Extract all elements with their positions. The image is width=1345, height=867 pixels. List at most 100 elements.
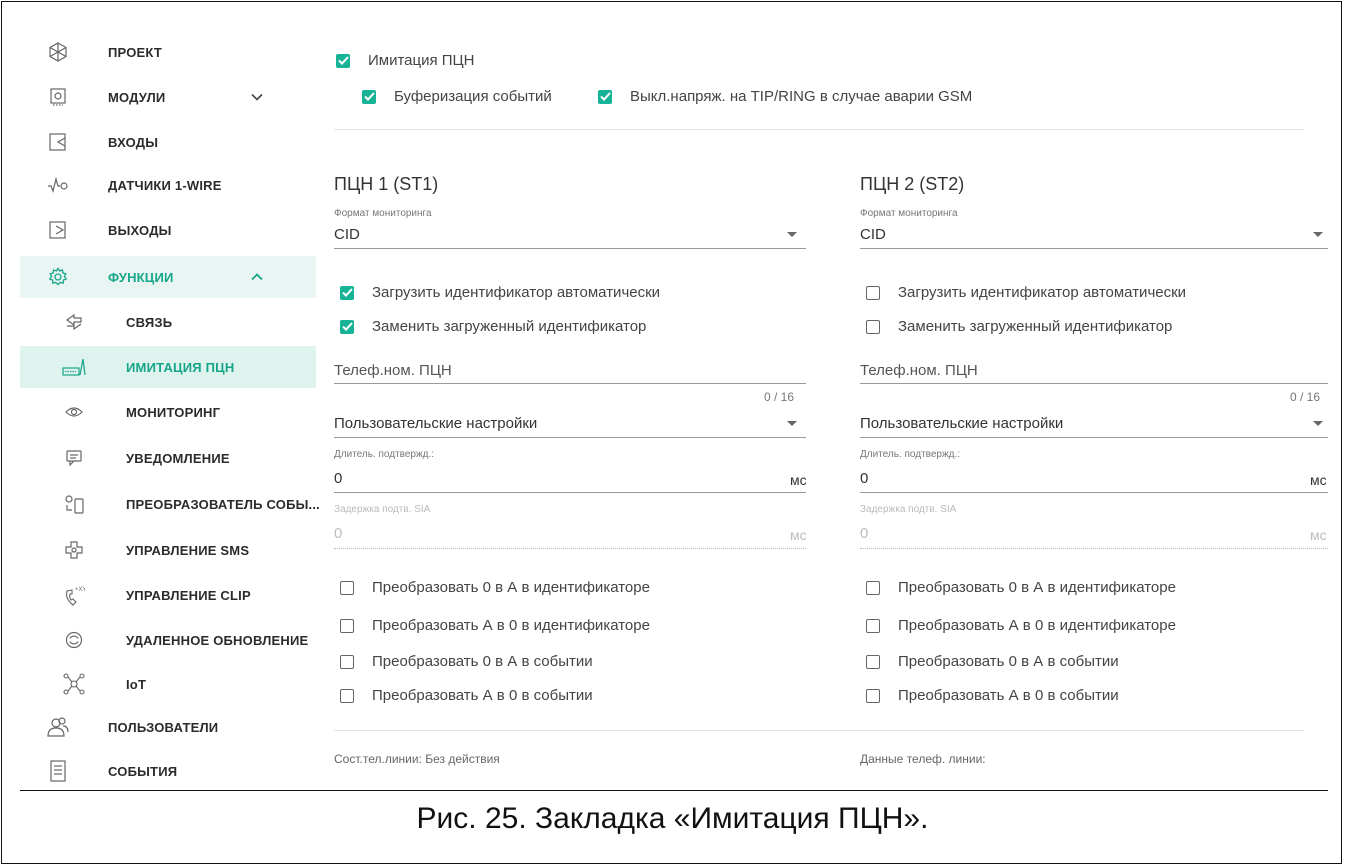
sidebar-item-1wire-sensors[interactable]: ДАТЧИКИ 1-WIRE [20, 166, 316, 204]
sidebar-item-iot[interactable]: IoT [20, 664, 316, 704]
sidebar-item-label: ПОЛЬЗОВАТЕЛИ [108, 719, 219, 735]
station1-convert-a0-id-checkbox[interactable]: Преобразовать А в 0 в идентификаторе [340, 617, 650, 634]
chip-icon [46, 85, 70, 109]
sidebar-item-users[interactable]: ПОЛЬЗОВАТЕЛИ [20, 708, 316, 746]
sidebar-item-label: ВЫХОДЫ [108, 222, 172, 238]
station1-convert-a0-event-checkbox[interactable]: Преобразовать А в 0 в событии [340, 687, 593, 704]
station2-replace-id-checkbox[interactable]: Заменить загруженный идентификатор [866, 318, 1172, 335]
sidebar-item-label: ВХОДЫ [108, 134, 159, 150]
station2-ack-value: 0 [860, 470, 869, 487]
sidebar-item-sms-control[interactable]: УПРАВЛЕНИЕ SMS [20, 530, 316, 570]
station1-format-value: CID [334, 226, 360, 243]
checkbox-unchecked-icon [866, 285, 880, 300]
iot-icon [62, 672, 86, 696]
emulation-checkbox[interactable]: Имитация ПЦН [336, 52, 475, 69]
checkbox-unchecked-icon [340, 580, 354, 595]
station2-title: ПЦН 2 (ST2) [860, 174, 965, 194]
station2-format-value: CID [860, 226, 886, 243]
sidebar-item-label: УПРАВЛЕНИЕ SMS [126, 542, 250, 558]
screenshot-bottom-edge [20, 790, 1328, 791]
snowflake-icon [46, 40, 70, 64]
checkbox-unchecked-icon [866, 688, 880, 703]
sidebar-item-inputs[interactable]: ВХОДЫ [20, 124, 316, 160]
field-underline [334, 248, 806, 249]
station2-convert-a0-event-label: Преобразовать А в 0 в событии [898, 687, 1119, 704]
station2-convert-0a-event-checkbox[interactable]: Преобразовать 0 в А в событии [866, 653, 1119, 670]
field-underline [860, 548, 1328, 549]
dropdown-caret-icon [787, 232, 797, 237]
gsm-failure-checkbox[interactable]: Выкл.напряж. на TIP/RING в случае аварии… [598, 88, 972, 105]
sidebar-item-event-converter[interactable]: ПРЕОБРАЗОВАТЕЛЬ СОБЫ... [20, 484, 320, 524]
sidebar-item-events[interactable]: СОБЫТИЯ [20, 752, 316, 790]
station1-phone-counter: 0 / 16 [764, 390, 795, 404]
station2-convert-a0-id-checkbox[interactable]: Преобразовать А в 0 в идентификаторе [866, 617, 1176, 634]
station1-sia-unit: мс [790, 527, 807, 543]
station2-auto-id-checkbox[interactable]: Загрузить идентификатор автоматически [866, 284, 1186, 301]
station2-sia-label: Задержка подтв. SIA [860, 504, 957, 515]
sidebar-item-outputs[interactable]: ВЫХОДЫ [20, 212, 316, 248]
sms-icon [62, 538, 86, 562]
station2-replace-id-label: Заменить загруженный идентификатор [898, 318, 1173, 335]
sidebar-item-label: СВЯЗЬ [126, 314, 173, 330]
station1-ack-value: 0 [334, 470, 343, 487]
sidebar-item-label: ДАТЧИКИ 1-WIRE [108, 177, 222, 193]
station1-ack-label: Длитель. подтвержд.: [334, 449, 435, 460]
sidebar-item-label: ИМИТАЦИЯ ПЦН [126, 359, 235, 375]
station1-convert-0a-event-checkbox[interactable]: Преобразовать 0 в А в событии [340, 653, 593, 670]
station1-ack-unit: мс [790, 472, 807, 488]
field-underline [860, 437, 1328, 438]
station1-auto-id-checkbox[interactable]: Загрузить идентификатор автоматически [340, 284, 660, 301]
sidebar-item-label: УДАЛЕННОЕ ОБНОВЛЕНИЕ [126, 632, 309, 648]
chevron-up-icon[interactable] [250, 270, 264, 284]
main-content: Имитация ПЦН Буферизация событий Выкл.на… [316, 26, 1328, 790]
checkbox-unchecked-icon [866, 654, 880, 669]
sidebar: ПРОЕКТ МОДУЛИ ВХОДЫ ДАТЧИКИ 1-WIRE ВЫХОД… [20, 26, 320, 790]
sidebar-item-remote-update[interactable]: УДАЛЕННОЕ ОБНОВЛЕНИЕ [20, 620, 316, 660]
station2-convert-a0-event-checkbox[interactable]: Преобразовать А в 0 в событии [866, 687, 1119, 704]
sidebar-item-clip-control[interactable]: +XYZ УПРАВЛЕНИЕ CLIP [20, 574, 316, 616]
station2-convert-a0-id-label: Преобразовать А в 0 в идентификаторе [898, 617, 1176, 634]
sidebar-item-communication[interactable]: СВЯЗЬ [20, 302, 316, 342]
station2-ack-unit: мс [1310, 472, 1327, 488]
events-icon [46, 759, 70, 783]
station2-sia-value: 0 [860, 525, 869, 542]
field-underline [334, 548, 806, 549]
field-underline [334, 492, 806, 493]
checkbox-unchecked-icon [340, 654, 354, 669]
station2-convert-0a-id-label: Преобразовать 0 в А в идентификаторе [898, 579, 1176, 596]
station1-replace-id-checkbox[interactable]: Заменить загруженный идентификатор [340, 318, 646, 335]
sidebar-item-notification[interactable]: УВЕДОМЛЕНИЕ [20, 438, 316, 478]
sidebar-item-functions[interactable]: ФУНКЦИИ [20, 256, 316, 298]
app-screenshot: ПРОЕКТ МОДУЛИ ВХОДЫ ДАТЧИКИ 1-WIRE ВЫХОД… [20, 26, 1328, 790]
sidebar-item-label: СОБЫТИЯ [108, 763, 178, 779]
station2-format-label: Формат мониторинга [860, 208, 958, 219]
sidebar-item-monitoring[interactable]: МОНИТОРИНГ [20, 392, 316, 432]
divider [334, 730, 1304, 731]
sidebar-item-label: ПРЕОБРАЗОВАТЕЛЬ СОБЫ... [126, 496, 320, 512]
sidebar-item-project[interactable]: ПРОЕКТ [20, 34, 316, 70]
sidebar-item-station-emulation[interactable]: ИМИТАЦИЯ ПЦН [20, 346, 316, 388]
sidebar-item-label: МОНИТОРИНГ [126, 404, 221, 420]
station1-convert-a0-event-label: Преобразовать А в 0 в событии [372, 687, 593, 704]
message-icon [62, 446, 86, 470]
output-icon [46, 218, 70, 242]
station1-auto-id-label: Загрузить идентификатор автоматически [372, 284, 661, 301]
event-converter-icon [62, 492, 86, 516]
divider [334, 129, 1304, 130]
station2-convert-0a-id-checkbox[interactable]: Преобразовать 0 в А в идентификаторе [866, 579, 1176, 596]
station1-sia-label: Задержка подтв. SIA [334, 504, 431, 515]
monitoring-station-icon [62, 355, 86, 379]
sidebar-item-label: ПРОЕКТ [108, 44, 163, 60]
station1-format-label: Формат мониторинга [334, 208, 432, 219]
gsm-failure-label: Выкл.напряж. на TIP/RING в случае аварии… [630, 88, 973, 105]
event-buffering-label: Буферизация событий [394, 88, 552, 105]
station1-convert-0a-id-checkbox[interactable]: Преобразовать 0 в А в идентификаторе [340, 579, 650, 596]
station1-sia-value: 0 [334, 525, 343, 542]
event-buffering-checkbox[interactable]: Буферизация событий [362, 88, 552, 105]
checkbox-unchecked-icon [866, 319, 880, 334]
station2-ack-label: Длитель. подтвержд.: [860, 449, 961, 460]
sidebar-item-modules[interactable]: МОДУЛИ [20, 78, 316, 116]
station1-convert-0a-id-label: Преобразовать 0 в А в идентификаторе [372, 579, 650, 596]
field-underline [860, 248, 1328, 249]
chevron-down-icon[interactable] [250, 90, 264, 104]
